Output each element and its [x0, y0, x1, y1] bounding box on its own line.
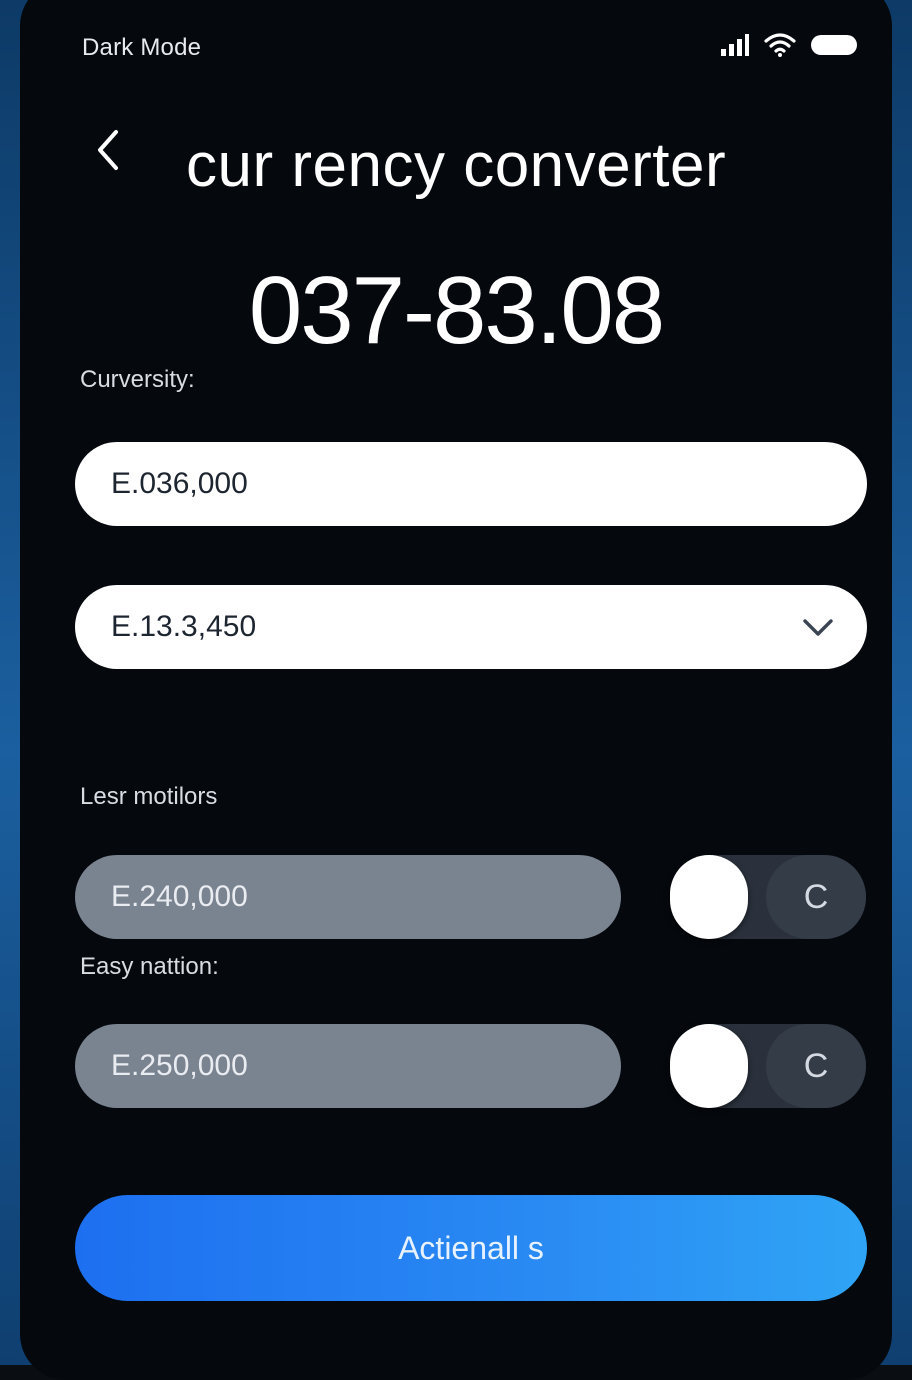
- battery-icon: [811, 35, 857, 55]
- action-button[interactable]: Actienall s: [75, 1195, 867, 1301]
- row-input-1[interactable]: E.240,000: [75, 855, 621, 939]
- row-input-2[interactable]: E.250,000: [75, 1024, 621, 1108]
- row-toggle-2[interactable]: C: [670, 1024, 866, 1108]
- wifi-icon: [764, 33, 796, 57]
- chevron-left-icon: [98, 130, 118, 170]
- row-toggle-1[interactable]: C: [670, 855, 866, 939]
- device-frame: Dark Mode cur rency converter 037-83.08 …: [0, 0, 912, 1380]
- converted-amount: 037-83.08: [248, 257, 665, 364]
- row-label-2: Easy nattion:: [80, 953, 219, 980]
- currency-select-value: E.13.3,450: [111, 610, 257, 643]
- page-title: cur rency converter: [186, 131, 727, 200]
- row-label-1: Lesr motilors: [80, 783, 218, 810]
- currency-section-label: Curversity:: [80, 366, 195, 393]
- row-toggle-2-label: C: [766, 1024, 866, 1108]
- app-screen: Dark Mode cur rency converter 037-83.08 …: [20, 0, 892, 1380]
- action-button-label: Actienall s: [398, 1229, 544, 1266]
- amount-input[interactable]: E.036,000: [75, 442, 867, 526]
- signal-icon: [721, 34, 749, 56]
- currency-select[interactable]: E.13.3,450: [75, 585, 867, 669]
- row-input-1-value: E.240,000: [111, 880, 248, 913]
- chevron-down-icon: [803, 619, 833, 636]
- row-input-2-value: E.250,000: [111, 1049, 248, 1082]
- status-icons: [720, 32, 860, 58]
- back-button[interactable]: [86, 120, 130, 180]
- amount-input-value: E.036,000: [111, 467, 248, 500]
- status-bar-label: Dark Mode: [82, 34, 202, 61]
- toggle-knob-2: [670, 1024, 748, 1108]
- toggle-knob-1: [670, 855, 748, 939]
- row-toggle-1-label: C: [766, 855, 866, 939]
